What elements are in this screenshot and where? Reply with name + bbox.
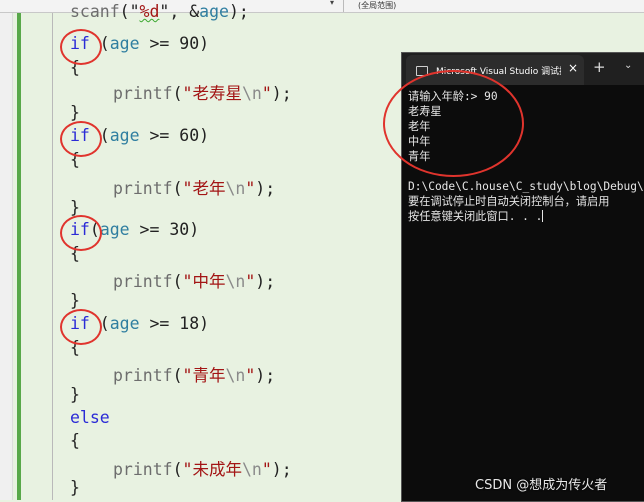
scope-dropdown[interactable]: (全局范围) bbox=[358, 0, 396, 11]
code-token: ( bbox=[172, 272, 183, 291]
code-token: \n bbox=[241, 84, 262, 103]
text-cursor bbox=[542, 210, 544, 222]
code-token: else bbox=[70, 408, 110, 427]
code-line[interactable]: printf("老年\n"); bbox=[113, 175, 275, 199]
chevron-down-icon[interactable]: ▾ bbox=[330, 0, 334, 7]
code-token: (" bbox=[119, 2, 140, 21]
code-token: "未成年 bbox=[182, 460, 242, 479]
code-token: >= 90) bbox=[139, 34, 210, 53]
console-line: 要在调试停止时自动关闭控制台，请启用 bbox=[408, 195, 610, 208]
code-token: ( bbox=[172, 84, 183, 103]
code-token: "中年 bbox=[182, 272, 226, 291]
code-token: } bbox=[70, 103, 80, 122]
code-token: printf bbox=[113, 272, 173, 291]
code-token: "老年 bbox=[182, 179, 226, 198]
code-token: \n bbox=[225, 366, 246, 385]
code-line[interactable]: printf("中年\n"); bbox=[113, 268, 275, 292]
fold-guide-line bbox=[52, 13, 53, 500]
code-line[interactable]: { bbox=[70, 431, 80, 450]
code-token: } bbox=[70, 385, 80, 404]
code-token: ); bbox=[271, 460, 292, 479]
code-token: printf bbox=[113, 84, 173, 103]
code-token: printf bbox=[113, 366, 173, 385]
code-token: "青年 bbox=[182, 366, 226, 385]
console-line: D:\Code\C.house\C_study\blog\Debug\b bbox=[408, 180, 644, 193]
code-token: " bbox=[261, 460, 272, 479]
code-token: } bbox=[70, 291, 80, 310]
code-token: " bbox=[245, 366, 256, 385]
code-line[interactable]: } bbox=[70, 103, 80, 122]
chevron-down-icon[interactable]: ⌄ bbox=[624, 60, 632, 71]
code-line[interactable]: scanf("%d", &age); bbox=[70, 2, 249, 21]
annotation-circle bbox=[60, 121, 102, 157]
code-line[interactable]: } bbox=[70, 478, 80, 497]
code-line[interactable]: else bbox=[70, 408, 110, 427]
code-token: ); bbox=[255, 272, 276, 291]
code-token: age bbox=[199, 2, 229, 21]
code-line[interactable]: } bbox=[70, 291, 80, 310]
annotation-circle bbox=[60, 309, 102, 345]
code-token: \n bbox=[225, 179, 246, 198]
code-token: age bbox=[109, 126, 140, 145]
code-token: ", & bbox=[159, 2, 200, 21]
code-line[interactable]: printf("青年\n"); bbox=[113, 362, 275, 386]
code-line[interactable]: printf("老寿星\n"); bbox=[113, 80, 292, 104]
code-token: printf bbox=[113, 179, 173, 198]
code-token: printf bbox=[113, 460, 173, 479]
code-line[interactable]: printf("未成年\n"); bbox=[113, 456, 292, 480]
code-token: age bbox=[109, 34, 140, 53]
code-line[interactable]: } bbox=[70, 385, 80, 404]
code-token: "老寿星 bbox=[182, 84, 242, 103]
code-token: scanf bbox=[70, 2, 120, 21]
watermark: CSDN @想成为传火者 bbox=[475, 478, 608, 493]
code-token: ); bbox=[255, 366, 276, 385]
close-tab-button[interactable]: × bbox=[568, 61, 578, 75]
code-token: ); bbox=[271, 84, 292, 103]
new-tab-button[interactable]: + bbox=[593, 58, 606, 76]
code-token: ( bbox=[172, 460, 183, 479]
editor-gutter bbox=[0, 13, 13, 500]
code-token: %d bbox=[139, 2, 160, 21]
code-token: age bbox=[109, 314, 140, 333]
code-token: \n bbox=[241, 460, 262, 479]
console-line: 按任意键关闭此窗口. . . bbox=[408, 210, 544, 223]
code-token: " bbox=[245, 179, 256, 198]
code-token: >= 30) bbox=[129, 220, 200, 239]
change-tracking-bar bbox=[17, 13, 21, 500]
divider bbox=[343, 0, 344, 12]
code-token: >= 60) bbox=[139, 126, 210, 145]
code-token: age bbox=[99, 220, 130, 239]
annotation-ellipse bbox=[383, 70, 524, 177]
code-token: ); bbox=[255, 179, 276, 198]
code-token: { bbox=[70, 431, 80, 450]
code-token: " bbox=[261, 84, 272, 103]
code-token: ); bbox=[228, 2, 249, 21]
annotation-circle bbox=[60, 215, 102, 251]
code-token: " bbox=[245, 272, 256, 291]
code-token: ( bbox=[172, 366, 183, 385]
annotation-circle bbox=[60, 29, 102, 65]
code-token: >= 18) bbox=[139, 314, 210, 333]
code-token: \n bbox=[225, 272, 246, 291]
code-token: } bbox=[70, 478, 80, 497]
code-token: ( bbox=[172, 179, 183, 198]
